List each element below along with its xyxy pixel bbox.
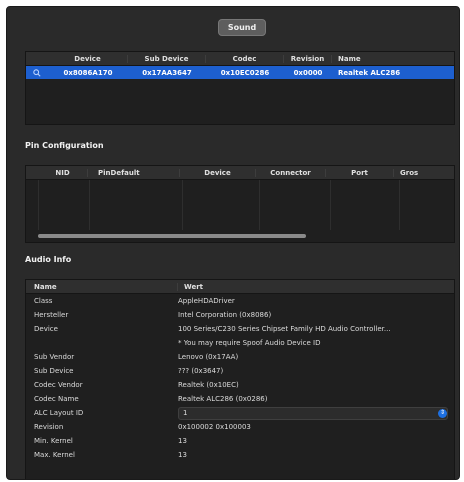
layout-id-cell: 1 ⇕ [178, 406, 454, 420]
info-value: AppleHDADriver [178, 297, 235, 305]
chevron-up-down-icon[interactable]: ⇕ [438, 408, 447, 418]
info-value: 100 Series/C230 Series Chipset Family HD… [178, 325, 391, 333]
info-value: 13 [178, 451, 187, 459]
codec-cell: 0x10EC0286 [220, 68, 270, 77]
pin-table-header: NID PinDefault Device Connector Port Gro… [26, 166, 454, 180]
pin-configuration-table: NID PinDefault Device Connector Port Gro… [25, 165, 455, 243]
column-header-wert[interactable]: Wert [178, 283, 454, 291]
info-row-codec-name: Codec Name Realtek ALC286 (0x0286) [26, 392, 454, 406]
info-value: Intel Corporation (0x8086) [178, 311, 272, 319]
layout-id-value: 1 [183, 409, 188, 417]
info-key: Sub Vendor [34, 353, 75, 361]
revision-cell: 0x0000 [293, 68, 323, 77]
info-key: Class [34, 297, 53, 305]
audio-info-title: Audio Info [25, 255, 72, 264]
info-row-hersteller: Hersteller Intel Corporation (0x8086) [26, 308, 454, 322]
info-row-revision: Revision 0x100002 0x100003 [26, 420, 454, 434]
audio-info-table: Name Wert Class AppleHDADriver Hersteller… [25, 279, 455, 479]
info-row-sub-device: Sub Device ??? (0x3647) [26, 364, 454, 378]
info-row-sub-vendor: Sub Vendor Lenovo (0x17AA) [26, 350, 454, 364]
info-value: * You may require Spoof Audio Device ID [178, 339, 321, 347]
layout-id-field[interactable]: 1 ⇕ [178, 406, 448, 420]
column-header-connector[interactable]: Connector [256, 168, 326, 177]
sub-device-cell: 0x17AA3647 [142, 68, 192, 77]
column-header-revision[interactable]: Revision [284, 54, 332, 63]
info-key: ALC Layout ID [34, 409, 84, 417]
name-cell: Realtek ALC286 [338, 68, 401, 77]
info-row-spoof-note: * You may require Spoof Audio Device ID [26, 336, 454, 350]
info-row-class: Class AppleHDADriver [26, 294, 454, 308]
info-key: Sub Device [34, 367, 74, 375]
info-key: Revision [34, 423, 64, 431]
column-header-gros[interactable]: Gros [394, 169, 454, 177]
info-row-device: Device 100 Series/C230 Series Chipset Fam… [26, 322, 454, 336]
column-header-device[interactable]: Device [180, 168, 256, 177]
audio-info-rows: Class AppleHDADriver Hersteller Intel Corp… [26, 294, 454, 462]
device-table-header: Device Sub Device Codec Revision Name [26, 52, 454, 66]
window-title: Sound [218, 19, 266, 36]
info-key: Codec Name [34, 395, 79, 403]
info-row-alc-layout-id: ALC Layout ID 1 ⇕ [26, 406, 454, 420]
column-header-pindefault[interactable]: PinDefault [88, 168, 180, 177]
info-value: 0x100002 0x100003 [178, 423, 251, 431]
info-key: Min. Kernel [34, 437, 73, 445]
magnifier-icon[interactable] [26, 68, 48, 77]
column-header-port[interactable]: Port [326, 168, 394, 177]
pin-configuration-title: Pin Configuration [25, 141, 104, 150]
audio-info-header: Name Wert [26, 280, 454, 294]
column-header-name[interactable]: Name [332, 55, 454, 63]
info-value: Lenovo (0x17AA) [178, 353, 239, 361]
column-header-device[interactable]: Device [48, 54, 128, 63]
pin-table-body [26, 180, 454, 230]
info-key: Device [34, 325, 58, 333]
info-value: ??? (0x3647) [178, 367, 224, 375]
device-table: Device Sub Device Codec Revision Name 0x… [25, 51, 455, 125]
info-key: Max. Kernel [34, 451, 75, 459]
device-row[interactable]: 0x8086A170 0x17AA3647 0x10EC0286 0x0000 … [26, 66, 454, 79]
device-cell: 0x8086A170 [63, 68, 113, 77]
column-header-nid[interactable]: NID [38, 168, 88, 177]
column-header-sub-device[interactable]: Sub Device [128, 54, 206, 63]
info-row-codec-vendor: Codec Vendor Realtek (0x10EC) [26, 378, 454, 392]
info-value: Realtek (0x10EC) [178, 381, 239, 389]
info-key: Codec Vendor [34, 381, 83, 389]
info-row-max-kernel: Max. Kernel 13 [26, 448, 454, 462]
column-header-name[interactable]: Name [26, 282, 178, 291]
info-value: 13 [178, 437, 187, 445]
pin-table-horizontal-scrollbar[interactable] [38, 234, 306, 238]
info-row-min-kernel: Min. Kernel 13 [26, 434, 454, 448]
column-header-codec[interactable]: Codec [206, 54, 284, 63]
sound-window: Sound Device Sub Device Codec Revision N… [6, 6, 460, 480]
info-value: Realtek ALC286 (0x0286) [178, 395, 268, 403]
info-key: Hersteller [34, 311, 69, 319]
